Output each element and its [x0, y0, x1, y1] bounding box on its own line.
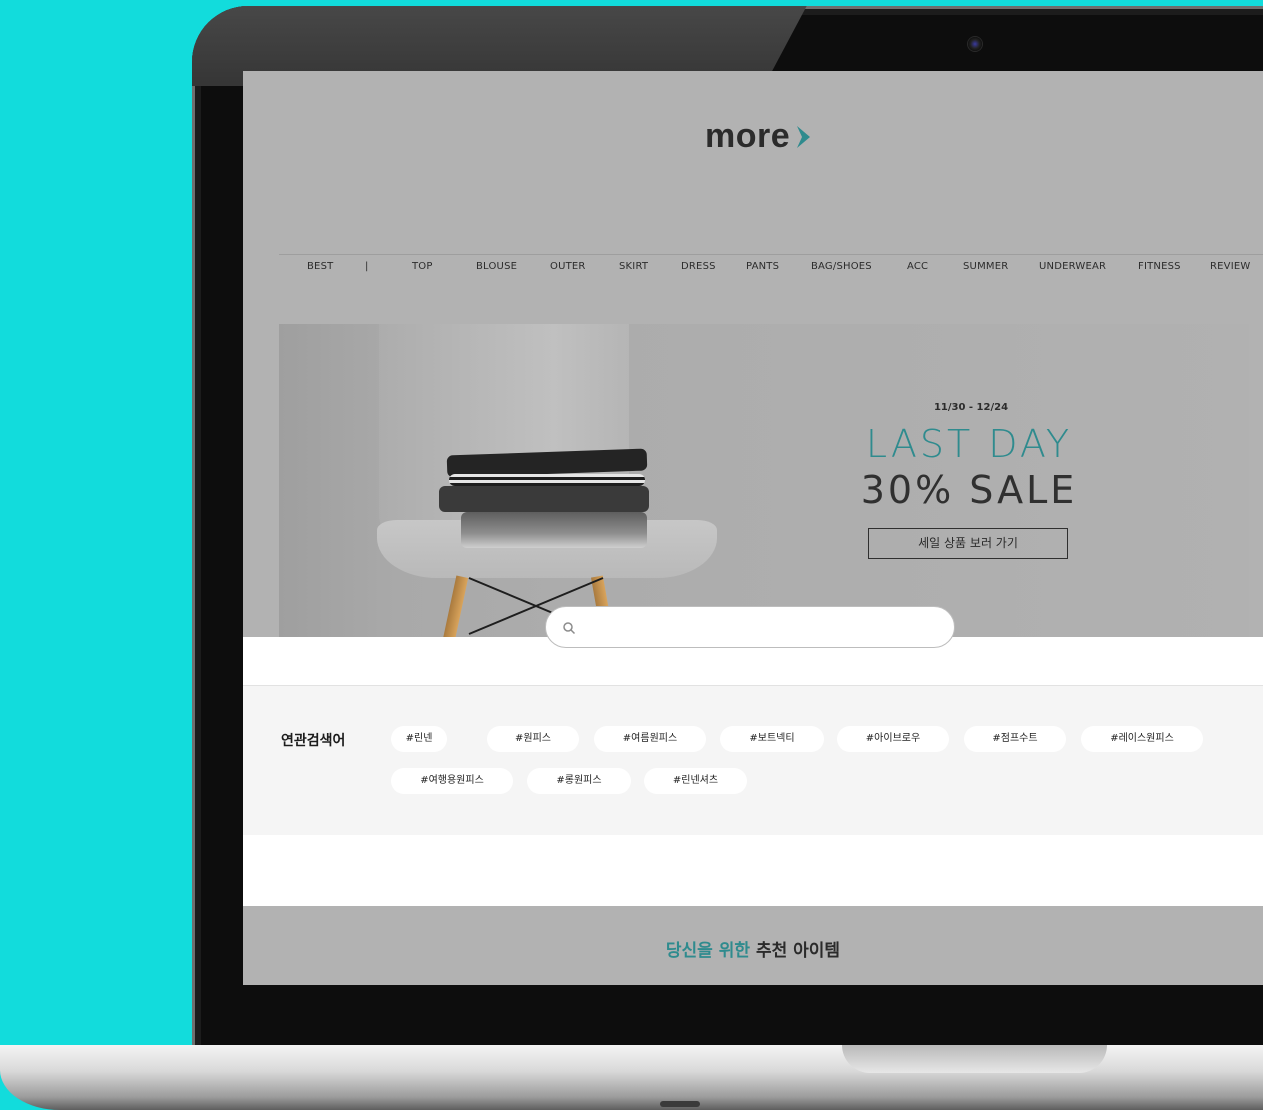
folded-clothes-grey [461, 512, 647, 548]
tag-onepiece[interactable]: #원피스 [487, 726, 579, 752]
nav-item-dress[interactable]: DRESS [681, 261, 716, 272]
nav-divider [279, 254, 1263, 255]
logo-chevron-icon [797, 125, 811, 148]
header-area: more BEST | TOP BLOUSE OUTER SKIRT DRESS… [243, 71, 1263, 637]
nav-item-best[interactable]: BEST [307, 261, 333, 272]
related-searches-title: 연관검색어 [281, 733, 346, 749]
tag-summer-onepiece[interactable]: #여름원피스 [594, 726, 706, 752]
view-sale-items-button[interactable]: 세일 상품 보러 가기 [868, 528, 1068, 559]
search-bar[interactable] [545, 606, 955, 648]
nav-item-skirt[interactable]: SKIRT [619, 261, 648, 272]
tag-boatneck-tee[interactable]: #보트넥티 [720, 726, 824, 752]
webcam-icon [968, 37, 982, 51]
recommend-title-accent: 당신을 위한 [665, 941, 751, 961]
folded-clothes-stripe [449, 474, 645, 486]
nav-item-fitness[interactable]: FITNESS [1138, 261, 1181, 272]
recommend-title-rest: 추천 아이템 [755, 941, 841, 961]
laptop-screen: more BEST | TOP BLOUSE OUTER SKIRT DRESS… [243, 71, 1263, 985]
search-input[interactable] [586, 615, 940, 641]
tag-linen[interactable]: #린넨 [391, 726, 447, 752]
sale-banner[interactable]: 11/30 - 12/24 LAST DAY 30% SALE 세일 상품 보러… [279, 324, 1249, 637]
sale-date-range: 11/30 - 12/24 [933, 402, 1009, 413]
nav-item-review[interactable]: REVIEW [1210, 261, 1250, 272]
tag-linen-shirt[interactable]: #린넨셔츠 [644, 768, 747, 794]
logo-text: more [705, 117, 791, 155]
nav-item-top[interactable]: TOP [412, 261, 433, 272]
sale-headline-percent: 30% SALE [860, 468, 1078, 512]
tag-travel-onepiece[interactable]: #여행용원피스 [391, 768, 513, 794]
nav-item-bag-shoes[interactable]: BAG/SHOES [811, 261, 872, 272]
laptop-base-notch [842, 1045, 1107, 1073]
nav-item-underwear[interactable]: UNDERWEAR [1039, 261, 1106, 272]
search-icon[interactable] [562, 621, 576, 635]
nav-item-summer[interactable]: SUMMER [963, 261, 1008, 272]
brand-logo[interactable]: more [705, 117, 814, 156]
tag-jumpsuit[interactable]: #점프수트 [964, 726, 1066, 752]
tag-eyebrow[interactable]: #아이브로우 [837, 726, 949, 752]
related-searches: 연관검색어 #린넨 #원피스 #여름원피스 #보트넥티 #아이브로우 #점프수트… [243, 686, 1263, 835]
nav-item-acc[interactable]: ACC [907, 261, 928, 272]
nav-separator: | [365, 261, 369, 272]
nav-item-blouse[interactable]: BLOUSE [476, 261, 517, 272]
tag-long-onepiece[interactable]: #롱원피스 [527, 768, 631, 794]
nav-item-outer[interactable]: OUTER [550, 261, 586, 272]
recommend-title: 당신을 위한 추천 아이템 [243, 936, 1263, 961]
nav-item-pants[interactable]: PANTS [746, 261, 779, 272]
recommend-section: 당신을 위한 추천 아이템 [243, 906, 1263, 985]
tag-lace-onepiece[interactable]: #레이스원피스 [1081, 726, 1203, 752]
folded-clothes-dark [439, 486, 649, 512]
main-nav: BEST | TOP BLOUSE OUTER SKIRT DRESS PANT… [279, 261, 1263, 279]
laptop-base-foot [660, 1101, 700, 1107]
sale-headline-last-day: LAST DAY [865, 422, 1073, 466]
